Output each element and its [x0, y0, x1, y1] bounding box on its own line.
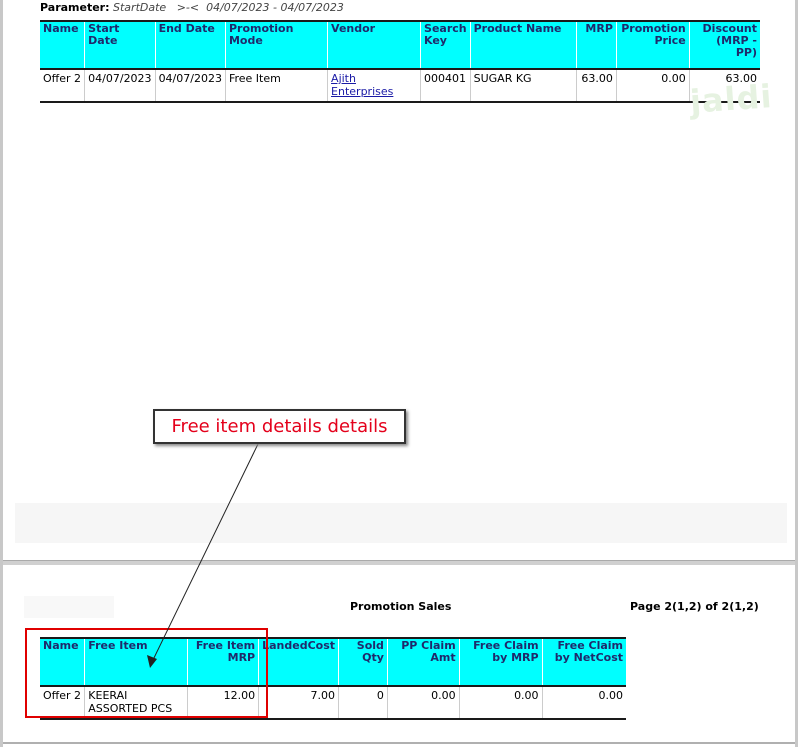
- bottom-border: [3, 742, 795, 744]
- callout-label: Free item details details: [153, 409, 406, 444]
- callout-arrow: [147, 443, 259, 668]
